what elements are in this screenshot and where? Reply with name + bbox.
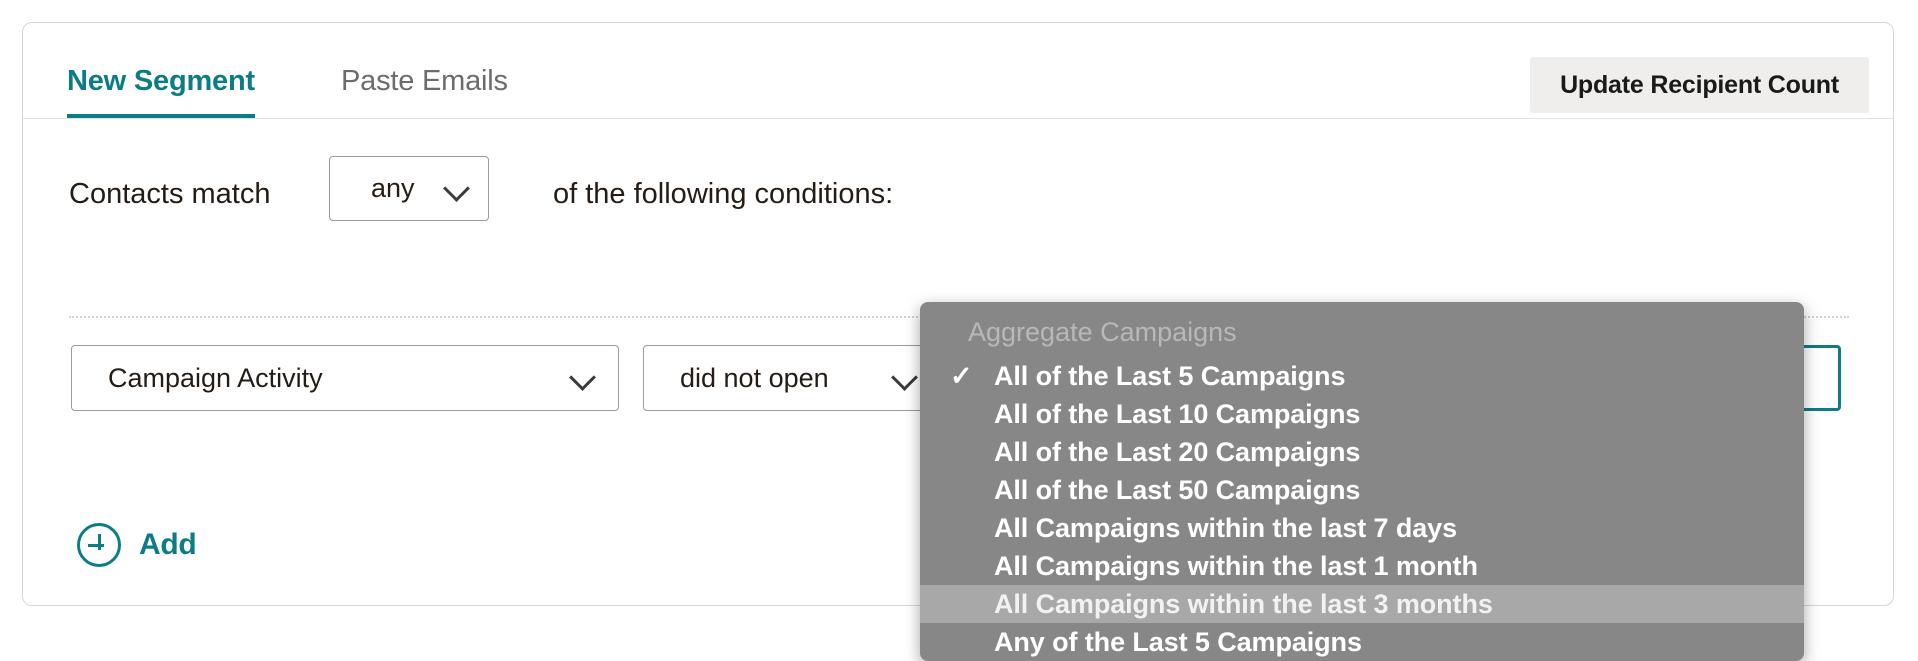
campaign-scope-dropdown[interactable]: Aggregate Campaigns ✓ All of the Last 5 C… [920, 302, 1804, 661]
tab-new-segment[interactable]: New Segment [67, 65, 255, 118]
dropdown-item[interactable]: All Campaigns within the last 7 days [920, 509, 1804, 547]
match-type-value: any [371, 173, 415, 203]
update-recipient-count-button[interactable]: Update Recipient Count [1530, 57, 1869, 113]
screen-root: New Segment Paste Emails Update Recipien… [0, 0, 1918, 661]
condition-field-select[interactable]: Campaign Activity [71, 345, 619, 411]
add-condition-button[interactable]: Add [77, 523, 197, 567]
condition-operator-value: did not open [680, 363, 829, 393]
add-condition-label: Add [139, 528, 197, 561]
condition-field-value: Campaign Activity [108, 363, 323, 393]
dropdown-item-label: Any of the Last 5 Campaigns [994, 627, 1362, 657]
dropdown-group-label: Aggregate Campaigns [968, 317, 1237, 347]
tab-bar: New Segment Paste Emails Update Recipien… [23, 23, 1893, 119]
dropdown-item[interactable]: All Campaigns within the last 1 month [920, 547, 1804, 585]
match-row: Contacts match any of the following cond… [23, 119, 1893, 279]
dropdown-item-label: All of the Last 5 Campaigns [994, 361, 1346, 391]
dropdown-item-label: All Campaigns within the last 7 days [994, 513, 1458, 543]
check-icon: ✓ [950, 361, 973, 391]
dropdown-item-label: All Campaigns within the last 1 month [994, 551, 1478, 581]
dropdown-item[interactable]: All Campaigns within the last 3 months [920, 585, 1804, 623]
dropdown-item-label: All of the Last 50 Campaigns [994, 475, 1361, 505]
chevron-down-icon [443, 175, 470, 203]
dropdown-item[interactable]: ✓ All of the Last 5 Campaigns [920, 357, 1804, 395]
dropdown-item[interactable]: All of the Last 10 Campaigns [920, 395, 1804, 433]
dropdown-item-label: All of the Last 20 Campaigns [994, 437, 1361, 467]
dropdown-item[interactable]: Any of the Last 5 Campaigns [920, 623, 1804, 661]
chevron-down-icon [569, 364, 596, 392]
dropdown-item-label: All of the Last 10 Campaigns [994, 399, 1361, 429]
match-type-select[interactable]: any [329, 156, 489, 221]
following-conditions-label: of the following conditions: [553, 178, 894, 210]
dropdown-item-label: All Campaigns within the last 3 months [994, 589, 1493, 619]
condition-operator-select[interactable]: did not open [643, 345, 941, 411]
contacts-match-label: Contacts match [69, 178, 271, 210]
chevron-down-icon [891, 364, 918, 392]
dropdown-item[interactable]: All of the Last 50 Campaigns [920, 471, 1804, 509]
plus-circle-icon [77, 523, 121, 567]
tab-paste-emails[interactable]: Paste Emails [341, 65, 508, 118]
dropdown-item[interactable]: All of the Last 20 Campaigns [920, 433, 1804, 471]
dropdown-item-list: ✓ All of the Last 5 Campaigns All of the L… [920, 357, 1804, 661]
